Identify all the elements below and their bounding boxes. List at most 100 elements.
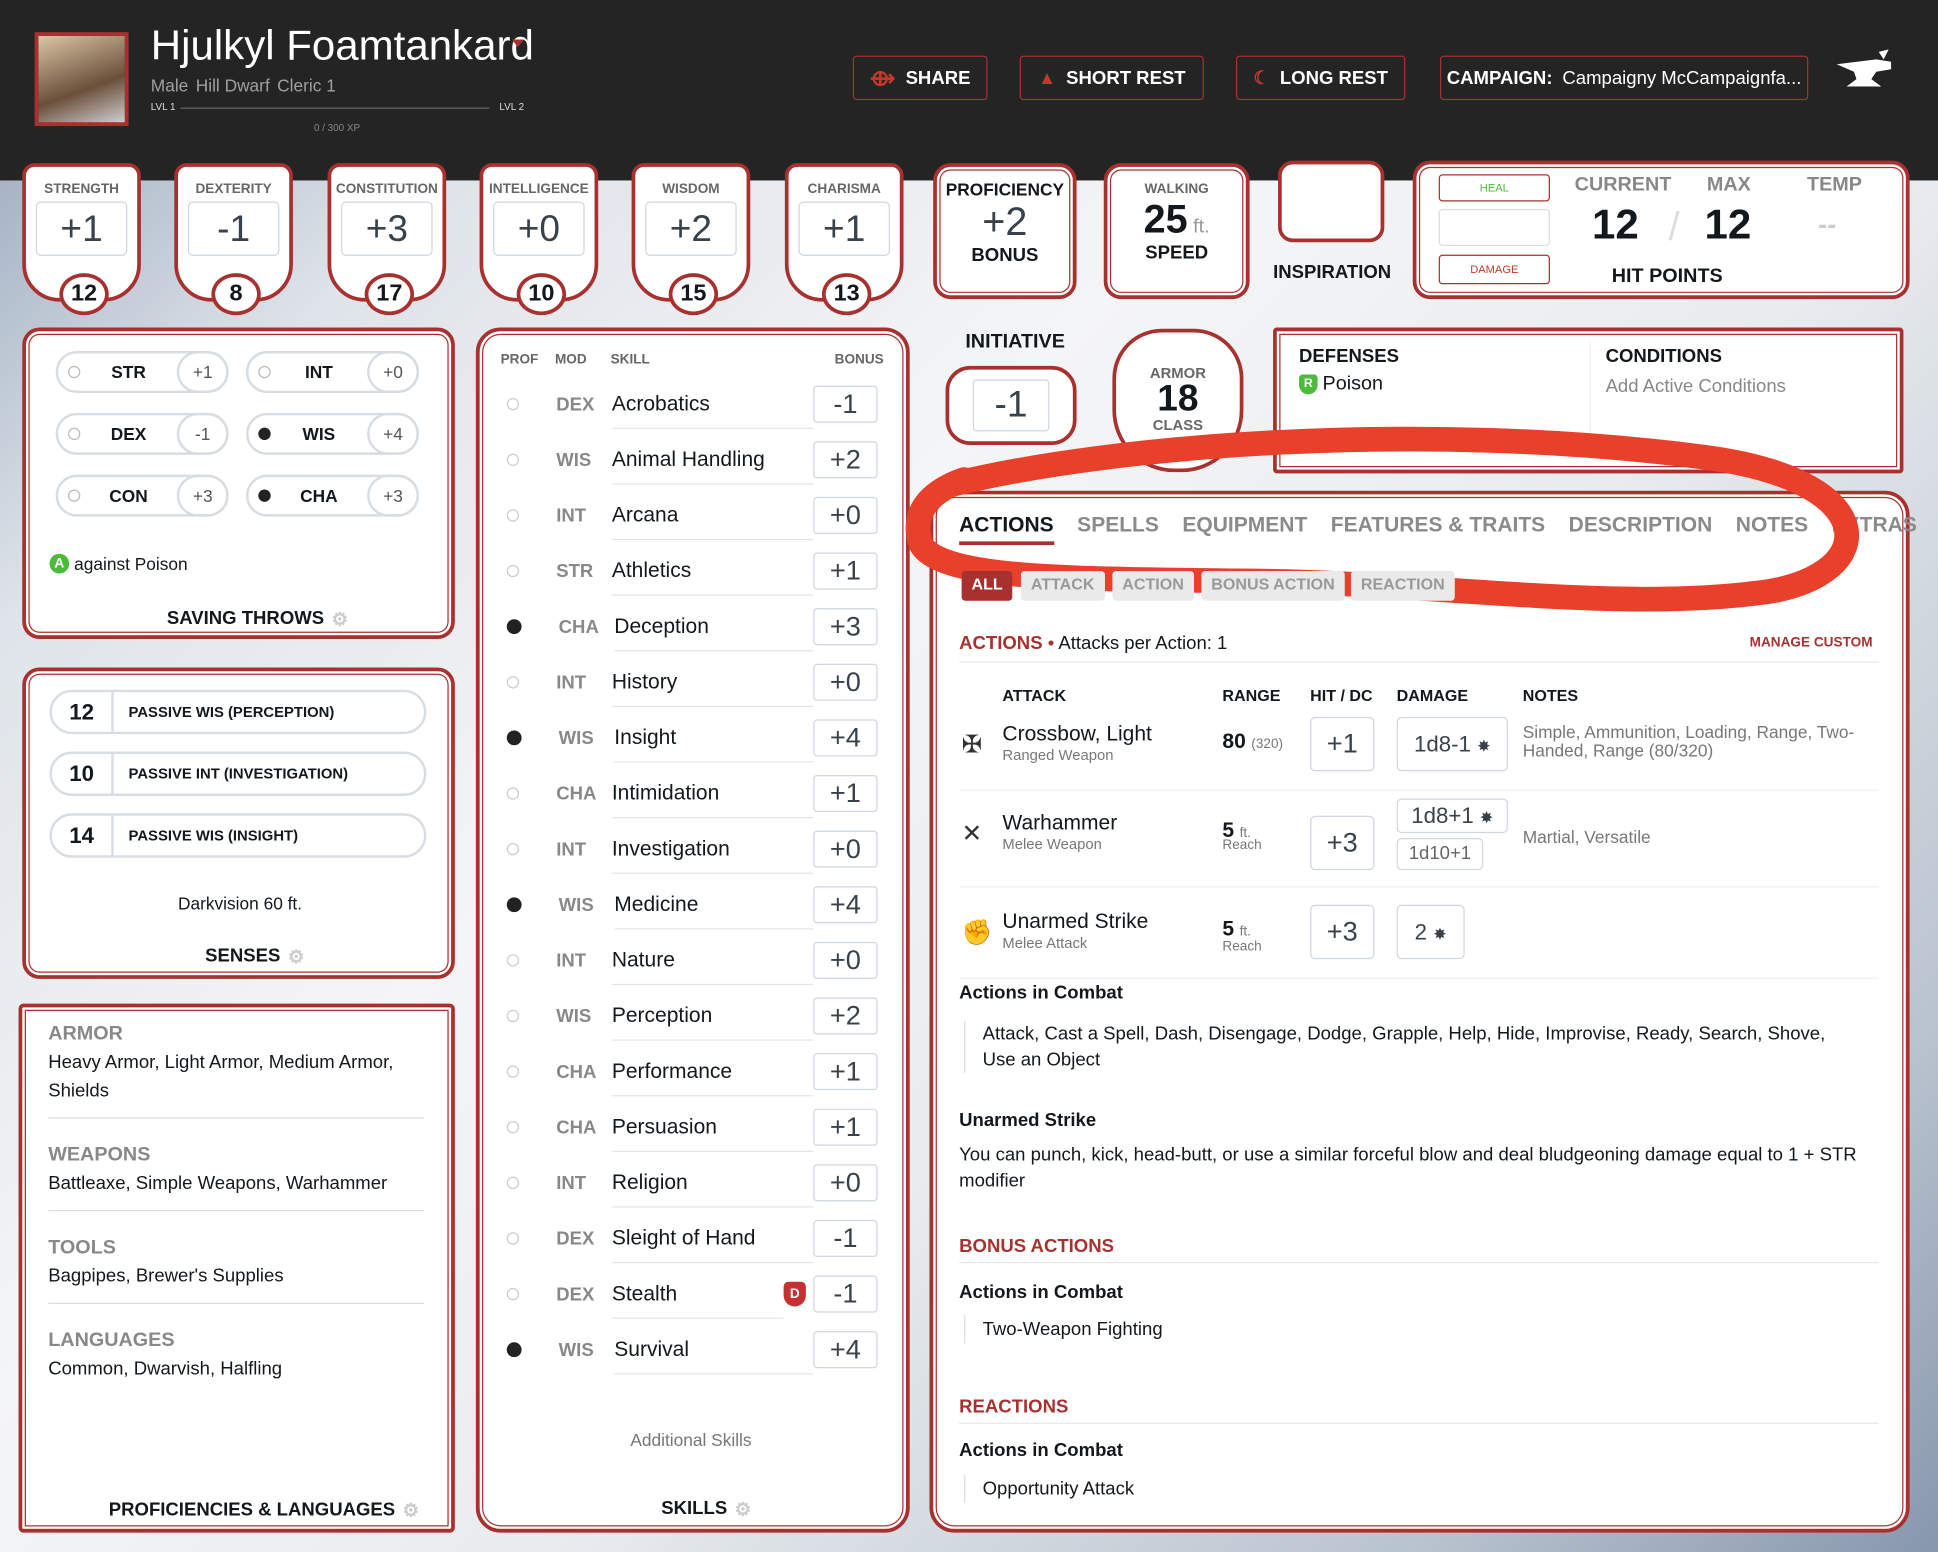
range-reach: Reach <box>1222 838 1262 853</box>
passive-value: 14 <box>52 815 114 856</box>
proficiency-group-tools: TOOLS Bagpipes, Brewer's Supplies <box>48 1237 424 1304</box>
skill-name: Animal Handling <box>611 435 814 485</box>
attack-hit-button[interactable]: +3 <box>1310 904 1375 960</box>
saving-throw-con[interactable]: CON +3 <box>55 474 229 517</box>
skill-row-arcana[interactable]: INT Arcana +0 <box>501 491 878 541</box>
passive-sense: 14 PASSIVE WIS (INSIGHT) <box>49 813 427 858</box>
skill-bonus: +0 <box>813 1164 878 1202</box>
skill-mod: WIS <box>556 449 592 471</box>
skill-bonus: +0 <box>813 941 878 979</box>
skill-name: Perception <box>611 991 814 1041</box>
attack-hit-button[interactable]: +1 <box>1310 716 1375 772</box>
proficiency-dot <box>258 489 271 502</box>
skill-row-deception[interactable]: CHA Deception +3 <box>501 602 878 652</box>
saving-throw-str[interactable]: STR +1 <box>55 351 229 394</box>
ability-wisdom[interactable]: WISDOM +2 15 <box>631 163 751 316</box>
skill-row-survival[interactable]: WIS Survival +4 <box>501 1325 878 1375</box>
skill-mod: WIS <box>558 727 594 749</box>
group-text: Battleaxe, Simple Weapons, Warhammer <box>48 1172 388 1194</box>
group-title: LANGUAGES <box>48 1329 175 1351</box>
attack-name: Warhammer <box>1002 810 1118 835</box>
saving-throw-name: CHA <box>300 485 338 506</box>
skill-row-athletics[interactable]: STR Athletics +1 <box>501 546 878 596</box>
skill-mod: WIS <box>558 1339 594 1361</box>
skill-row-history[interactable]: INT History +0 <box>501 658 878 707</box>
proficiency-dot <box>506 787 520 800</box>
attack-row[interactable]: ✊ Unarmed Strike Melee Attack 5 ft. Reac… <box>959 902 1879 979</box>
skill-row-intimidation[interactable]: CHA Intimidation +1 <box>501 769 878 819</box>
ability-intelligence[interactable]: INTELLIGENCE +0 10 <box>479 163 599 316</box>
ability-dexterity[interactable]: DEXTERITY -1 8 <box>174 163 293 316</box>
skill-mod: CHA <box>556 1061 597 1083</box>
proficiency-dot <box>506 1287 520 1301</box>
skill-bonus: +0 <box>813 663 878 701</box>
skill-name: Sleight of Hand <box>611 1214 814 1264</box>
skill-bonus: +1 <box>813 552 878 590</box>
skill-name: Deception <box>614 602 814 652</box>
saving-throw-dex[interactable]: DEX -1 <box>55 412 229 455</box>
damage-type-icon: ✸ <box>1477 736 1491 756</box>
skill-row-sleight-of-hand[interactable]: DEX Sleight of Hand -1 <box>501 1214 878 1264</box>
saving-throw-name: INT <box>304 362 333 382</box>
damage-type-icon: ✸ <box>1433 924 1447 944</box>
skill-mod: CHA <box>556 1116 597 1138</box>
damage-type-icon: ✸ <box>1479 808 1494 827</box>
skill-row-persuasion[interactable]: CHA Persuasion +1 <box>501 1103 878 1152</box>
subtab-action[interactable]: ACTION <box>1112 571 1194 601</box>
fist-icon: ✊ <box>961 919 993 947</box>
skill-row-insight[interactable]: WIS Insight +4 <box>501 713 878 763</box>
attack-row[interactable]: ✠ Crossbow, Light Ranged Weapon 80 (320)… <box>959 714 1879 792</box>
ability-score: 12 <box>59 273 109 316</box>
subtab-all[interactable]: ALL <box>961 571 1013 601</box>
attack-hit-button[interactable]: +3 <box>1310 815 1375 871</box>
skill-row-investigation[interactable]: INT Investigation +0 <box>501 824 878 874</box>
attack-damage-button[interactable]: 1d8+1 ✸ <box>1396 798 1508 834</box>
skill-bonus: +4 <box>813 886 878 924</box>
subtab-reaction[interactable]: REACTION <box>1350 571 1455 601</box>
attack-damage-button[interactable]: 2 ✸ <box>1396 904 1465 960</box>
proficiency-dot <box>506 954 520 967</box>
proficiency-dot <box>67 489 81 502</box>
group-text: Common, Dwarvish, Halfling <box>48 1358 283 1380</box>
skill-row-animal-handling[interactable]: WIS Animal Handling +2 <box>501 435 878 485</box>
skill-name: Athletics <box>611 546 814 596</box>
ability-charisma[interactable]: CHARISMA +1 13 <box>784 163 904 316</box>
skill-row-perception[interactable]: WIS Perception +2 <box>501 991 878 1041</box>
skill-name: Religion <box>611 1158 814 1208</box>
proficiency-dot <box>506 564 520 578</box>
skill-mod: INT <box>556 504 587 526</box>
ability-constitution[interactable]: CONSTITUTION +3 17 <box>327 163 447 316</box>
damage-value: 1d8-1 <box>1414 731 1471 757</box>
skill-bonus: +4 <box>813 719 878 757</box>
versatile-damage-button[interactable]: 1d10+1 <box>1396 838 1484 871</box>
skill-bonus: +2 <box>813 997 878 1035</box>
attack-damage-button[interactable]: 1d8-1 ✸ <box>1396 716 1508 772</box>
range-value: 5 <box>1222 917 1235 941</box>
saving-throw-cha[interactable]: CHA +3 <box>245 474 420 517</box>
damage-value: 2 <box>1414 919 1428 945</box>
skill-row-acrobatics[interactable]: DEX Acrobatics -1 <box>501 379 878 429</box>
skill-row-nature[interactable]: INT Nature +0 <box>501 936 878 986</box>
group-title: WEAPONS <box>48 1144 151 1166</box>
skill-row-stealth[interactable]: DEX Stealth D -1 <box>501 1269 878 1319</box>
ability-name: CONSTITUTION <box>335 181 438 197</box>
skill-bonus: -1 <box>813 1275 878 1313</box>
ability-strength[interactable]: STRENGTH +1 12 <box>22 163 141 316</box>
ability-score: 10 <box>516 273 567 316</box>
saving-throw-int[interactable]: INT +0 <box>245 351 420 394</box>
skill-row-religion[interactable]: INT Religion +0 <box>501 1158 878 1208</box>
subtab-bonus-action[interactable]: BONUS ACTION <box>1201 571 1345 601</box>
attack-row[interactable]: ✕ Warhammer Melee Weapon 5 ft. Reach +3 … <box>959 798 1879 888</box>
skill-name: Investigation <box>611 824 814 874</box>
passive-value: 10 <box>52 753 114 794</box>
passive-label: PASSIVE WIS (PERCEPTION) <box>128 703 335 721</box>
skill-bonus: +3 <box>813 608 878 646</box>
attack-range: 5 ft. <box>1222 917 1251 942</box>
skill-bonus: -1 <box>813 385 878 423</box>
subtab-attack[interactable]: ATTACK <box>1020 571 1105 601</box>
skill-mod: WIS <box>556 1005 592 1027</box>
skill-row-medicine[interactable]: WIS Medicine +4 <box>501 880 878 930</box>
skill-row-performance[interactable]: CHA Performance +1 <box>501 1047 878 1097</box>
proficiency-dot <box>506 509 520 522</box>
saving-throw-wis[interactable]: WIS +4 <box>245 412 420 455</box>
